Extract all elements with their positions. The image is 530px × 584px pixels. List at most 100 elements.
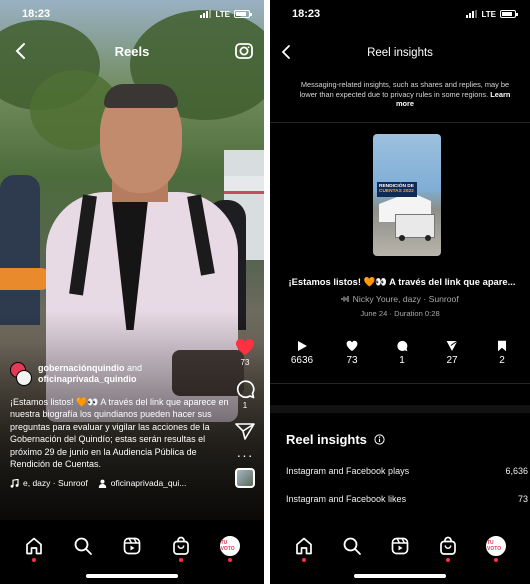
collab-link[interactable]: oficinaprivada_qui... bbox=[98, 478, 187, 489]
video-awning bbox=[224, 176, 264, 194]
divider bbox=[270, 122, 530, 123]
reel-caption[interactable]: ¡Estamos listos! 🧡👀 A través del link qu… bbox=[10, 396, 232, 470]
metrics-row: 6636 73 1 27 2 bbox=[282, 340, 522, 366]
comments-value: 1 bbox=[399, 355, 405, 366]
shopping-bag-icon bbox=[172, 536, 189, 555]
play-icon bbox=[298, 341, 307, 351]
insight-label: Instagram and Facebook plays bbox=[286, 466, 410, 476]
notification-dot bbox=[32, 558, 37, 562]
nav-home[interactable] bbox=[293, 535, 315, 562]
audio-link[interactable]: e, dazy · Sunroof bbox=[10, 478, 88, 488]
reel-topbar: Reels bbox=[0, 36, 264, 66]
profile-avatar: TU VOTO bbox=[219, 536, 240, 556]
notification-dot bbox=[446, 558, 450, 562]
reel-actions: 73 1 ··· bbox=[234, 338, 256, 488]
avatar bbox=[16, 370, 32, 386]
video-bystander bbox=[0, 175, 40, 325]
home-icon bbox=[26, 537, 43, 555]
badge-line2: CUENTAS 2022 bbox=[379, 189, 414, 195]
collab-name: oficinaprivada_qui... bbox=[110, 478, 187, 489]
nav-profile[interactable]: TU VOTO bbox=[219, 535, 241, 562]
reels-icon bbox=[391, 537, 409, 555]
share-button[interactable] bbox=[235, 422, 255, 440]
insights-screen: 18:23 LTE Reel insights Messaging-relate… bbox=[270, 0, 530, 584]
status-time: 18:23 bbox=[22, 8, 51, 20]
info-icon[interactable] bbox=[374, 434, 385, 445]
section-title: Reel insights bbox=[286, 432, 385, 447]
video-balloon bbox=[0, 268, 52, 290]
owner-username[interactable]: gobernaciónquindio bbox=[38, 363, 125, 373]
nav-home[interactable] bbox=[23, 535, 45, 562]
audio-row: e, dazy · Sunroof oficinaprivada_qui... bbox=[10, 478, 232, 488]
back-arrow-icon[interactable] bbox=[14, 42, 28, 60]
status-icons: LTE bbox=[200, 9, 252, 19]
insight-value: 73 bbox=[517, 494, 528, 504]
insight-row: Instagram and Facebook likes 73 bbox=[286, 494, 528, 504]
metric-likes: 73 bbox=[332, 340, 372, 366]
audio-name: e, dazy · Sunroof bbox=[23, 478, 88, 489]
thumbnail-badge: RENDICIÓN DE CUENTAS 2022 bbox=[377, 182, 417, 197]
home-indicator[interactable] bbox=[86, 574, 178, 578]
comment-button[interactable]: 1 bbox=[235, 379, 255, 410]
page-title: Reel insights bbox=[367, 47, 433, 59]
insight-label: Instagram and Facebook likes bbox=[286, 494, 407, 504]
owner-connector: and bbox=[127, 363, 143, 373]
like-count: 73 bbox=[240, 358, 250, 367]
search-icon bbox=[74, 537, 93, 555]
audio-wave-icon bbox=[341, 296, 349, 302]
likes-value: 73 bbox=[346, 355, 358, 366]
plays-value: 6636 bbox=[290, 355, 314, 366]
nav-shop[interactable] bbox=[437, 535, 459, 562]
reel-screen: 18:23 LTE Reels 73 1 ··· gobernaciónquin… bbox=[0, 0, 264, 584]
nav-search[interactable] bbox=[341, 535, 363, 557]
comment-count: 1 bbox=[242, 401, 248, 410]
metric-plays: 6636 bbox=[282, 340, 322, 366]
shopping-bag-icon bbox=[440, 536, 456, 555]
notification-dot bbox=[178, 558, 183, 562]
nav-reels[interactable] bbox=[389, 535, 411, 557]
nav-search[interactable] bbox=[72, 535, 94, 557]
section-separator bbox=[270, 405, 530, 413]
video-man-hair bbox=[104, 84, 178, 108]
reel-date: June 24 · Duration 0:28 bbox=[360, 309, 440, 318]
home-icon bbox=[296, 537, 312, 555]
status-bar: 18:23 LTE bbox=[270, 0, 530, 28]
comment-icon bbox=[397, 340, 408, 352]
owner-names: gobernaciónquindio and oficinaprivada_qu… bbox=[38, 363, 142, 385]
collaborator-username[interactable]: oficinaprivada_quindio bbox=[38, 374, 137, 384]
battery-icon bbox=[500, 10, 518, 18]
heart-filled-icon bbox=[236, 339, 254, 355]
nav-reels[interactable] bbox=[121, 535, 143, 557]
comment-icon bbox=[236, 380, 255, 399]
signal-icon bbox=[466, 10, 478, 18]
camera-icon[interactable] bbox=[234, 41, 254, 61]
divider bbox=[270, 383, 530, 384]
thumbnail-wheel bbox=[425, 235, 431, 241]
reel-audio-text: Nicky Youre, dazy · Sunroof bbox=[352, 294, 459, 304]
nav-shop[interactable] bbox=[170, 535, 192, 562]
metric-saves: 2 bbox=[482, 340, 522, 366]
notification-dot bbox=[227, 558, 232, 562]
network-label: LTE bbox=[215, 9, 230, 19]
home-indicator[interactable] bbox=[354, 574, 446, 578]
privacy-notice: Messaging-related insights, such as shar… bbox=[292, 80, 518, 109]
status-icons: LTE bbox=[466, 9, 518, 19]
reel-thumbnail[interactable]: RENDICIÓN DE CUENTAS 2022 bbox=[373, 134, 441, 256]
profile-avatar: TU VOTO bbox=[486, 536, 506, 556]
more-options-icon[interactable]: ··· bbox=[237, 448, 254, 462]
network-label: LTE bbox=[481, 9, 496, 19]
reel-owner[interactable]: gobernaciónquindio and oficinaprivada_qu… bbox=[10, 362, 232, 386]
insight-value: 6,636 bbox=[505, 466, 528, 476]
send-icon bbox=[446, 340, 458, 351]
insights-header: Reel insights bbox=[270, 36, 530, 70]
audio-thumbnail[interactable] bbox=[235, 468, 255, 488]
nav-profile[interactable]: TU VOTO bbox=[485, 535, 507, 562]
status-time: 18:23 bbox=[292, 8, 321, 20]
thumbnail-wheel bbox=[399, 235, 405, 241]
person-icon bbox=[98, 479, 106, 488]
back-arrow-icon[interactable] bbox=[280, 44, 292, 60]
section-title-text: Reel insights bbox=[286, 432, 367, 447]
battery-icon bbox=[234, 10, 252, 18]
like-button[interactable]: 73 bbox=[235, 338, 255, 367]
metric-shares: 27 bbox=[432, 340, 472, 366]
